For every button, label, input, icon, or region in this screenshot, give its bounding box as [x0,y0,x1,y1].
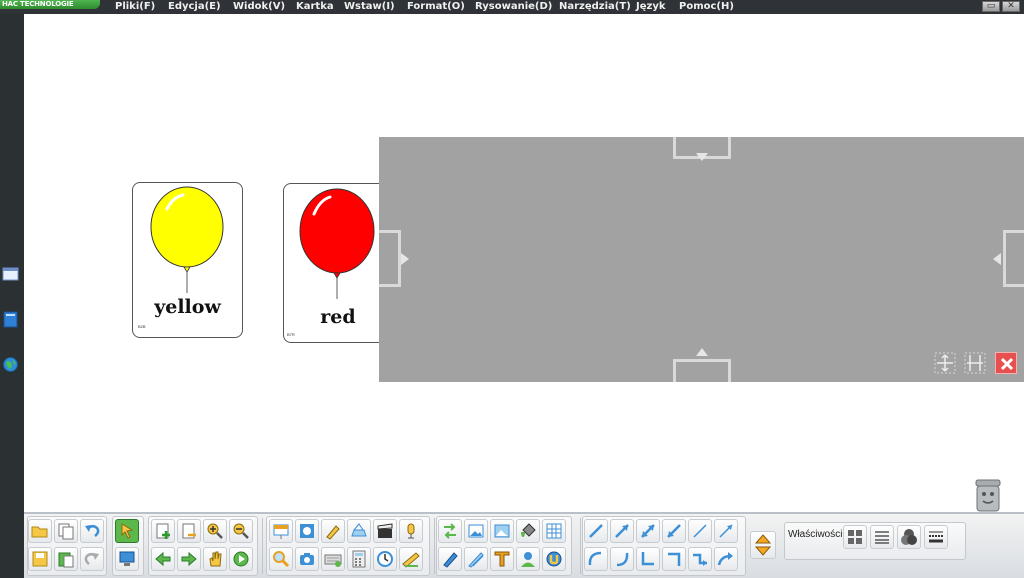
insert-image-button[interactable] [464,519,488,543]
arc-left-button[interactable] [584,547,608,571]
globe-icon[interactable] [2,356,19,372]
menu-narzedzia[interactable]: Narzędzia(T) [559,1,631,13]
card-code-red: B7R [287,332,295,337]
menu-wstaw[interactable]: Wstaw(I) [344,1,395,13]
connector-step-button[interactable] [688,547,712,571]
thin-arrow-line-button[interactable] [714,519,738,543]
line-width-button[interactable] [924,525,948,549]
menu-rysowanie[interactable]: Rysowanie(D) [475,1,552,13]
restore-window-button[interactable]: ▭ [982,1,1000,12]
keyboard-button[interactable] [321,547,345,571]
delete-page-button[interactable] [177,519,201,543]
arrow-up-icon [696,348,708,356]
brand-logo: HAC TECHNOLOGIE [0,0,100,9]
open-folder-button[interactable] [28,519,52,543]
arrow-start-line-button[interactable] [662,519,686,543]
menu-bar: HAC TECHNOLOGIE Pliki(F) Edycja(E) Widok… [0,0,1024,14]
shade-handle-right[interactable] [1003,230,1024,287]
copy-page-button[interactable] [54,519,78,543]
insert-table-button[interactable] [542,519,566,543]
double-arrow-line-button[interactable] [636,519,660,543]
shade-handle-bottom[interactable] [673,359,731,382]
card-word-red: red [320,306,356,328]
user-shape-button[interactable] [516,547,540,571]
line-style-button[interactable] [870,525,894,549]
undo-button[interactable] [80,519,104,543]
camera-button[interactable] [295,547,319,571]
toolbar-separator [580,518,581,574]
video-clapper-button[interactable] [373,519,397,543]
grid-layout-button[interactable] [843,525,867,549]
page-sorter-icon[interactable] [2,267,19,283]
line-tool-button[interactable] [584,519,608,543]
brush-button[interactable] [464,547,488,571]
bottom-toolbar: Właściwości: [24,512,1024,578]
magnifier-button[interactable] [269,547,293,571]
fill-bucket-button[interactable] [516,519,540,543]
menu-format[interactable]: Format(O) [407,1,465,13]
arrow-left-icon [993,253,1001,265]
shade-handle-left[interactable] [379,230,401,287]
play-button[interactable] [229,547,253,571]
close-window-button[interactable]: ✕ [1002,1,1020,12]
thin-line-button[interactable] [688,519,712,543]
spotlight-button[interactable] [295,519,319,543]
gallery-book-icon[interactable] [2,311,19,328]
menu-widok[interactable]: Widok(V) [233,1,285,13]
properties-label: Właściwości: [788,529,846,540]
save-button[interactable] [28,547,52,571]
paste-button[interactable] [54,547,78,571]
text-tool-button[interactable] [490,547,514,571]
microphone-button[interactable] [399,519,423,543]
menu-edycja[interactable]: Edycja(E) [168,1,221,13]
connector-z-button[interactable] [636,547,660,571]
pan-hand-button[interactable] [203,547,227,571]
connector-corner-button[interactable] [662,547,686,571]
zoom-in-button[interactable] [203,519,227,543]
expand-toolbar-button[interactable] [750,531,776,559]
menu-pliki[interactable]: Pliki(F) [115,1,155,13]
highlighter-button[interactable] [321,519,345,543]
previous-page-button[interactable] [151,547,175,571]
calculator-button[interactable] [347,547,371,571]
arrow-right-icon [401,253,409,265]
pen-button[interactable] [438,547,462,571]
zoom-out-button[interactable] [229,519,253,543]
card-word-yellow: yellow [154,296,221,318]
menu-kartka[interactable]: Kartka [296,1,334,13]
trash-bin-icon[interactable] [973,478,1003,512]
shade-close-button[interactable] [995,352,1017,374]
toolbar-separator [434,518,435,574]
arc-right-button[interactable] [610,547,634,571]
toolbar-separator [262,518,263,574]
background-image-button[interactable] [490,519,514,543]
clock-button[interactable] [373,547,397,571]
scanner-button[interactable] [347,519,371,543]
select-pointer-button[interactable] [115,519,139,543]
card-code-yellow: B2B [138,324,146,329]
flashcard-yellow[interactable]: yellow B2B [132,182,243,338]
curved-arrow-button[interactable] [714,547,738,571]
menu-pomoc[interactable]: Pomoc(H) [679,1,734,13]
color-picker-button[interactable] [897,525,921,549]
screen-shade-button[interactable] [269,519,293,543]
display-mode-button[interactable] [115,547,139,571]
ruler-tools-button[interactable] [399,547,423,571]
arrow-line-button[interactable] [610,519,634,543]
eraser-button[interactable] [542,547,566,571]
next-page-button[interactable] [177,547,201,571]
redo-button[interactable] [80,547,104,571]
shade-fullscreen-button[interactable] [934,352,956,374]
arrow-down-icon [696,153,708,161]
shade-adjust-button[interactable] [964,352,986,374]
left-side-panel [0,14,24,578]
menu-jezyk[interactable]: Język [636,1,666,13]
swap-button[interactable] [438,519,462,543]
screen-shade-panel[interactable] [379,137,1024,382]
add-page-button[interactable] [151,519,175,543]
flashcard-red[interactable]: red B7R [283,183,393,343]
